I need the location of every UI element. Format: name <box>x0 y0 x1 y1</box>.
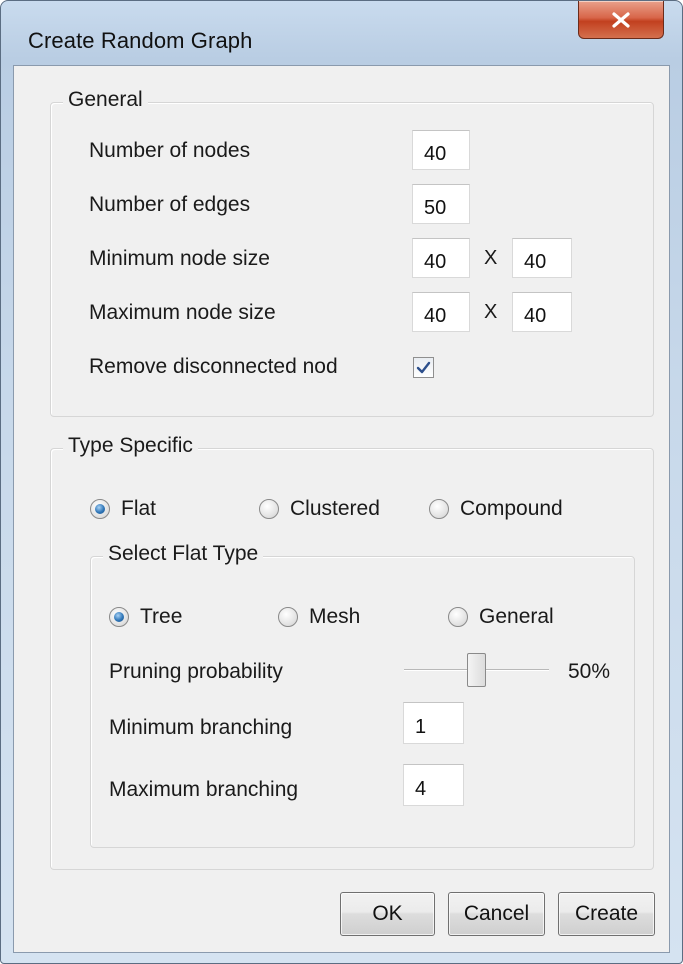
max-branching-label: Maximum branching <box>109 778 299 801</box>
min-node-size-label: Minimum node size <box>89 247 270 270</box>
radio-compound-indicator[interactable] <box>429 499 449 519</box>
num-edges-input[interactable] <box>412 184 470 224</box>
ok-button[interactable]: OK <box>340 892 435 936</box>
min-node-height-input[interactable] <box>512 238 572 278</box>
max-node-size-label: Maximum node size <box>89 301 276 324</box>
select-flat-type-legend: Select Flat Type <box>103 542 264 566</box>
radio-tree[interactable]: Tree <box>109 605 182 629</box>
create-button[interactable]: Create <box>558 892 655 936</box>
pruning-probability-value: 50% <box>568 660 611 683</box>
num-edges-label: Number of edges <box>89 193 251 216</box>
remove-disconnected-label: Remove disconnected nod <box>89 355 338 378</box>
radio-flat[interactable]: Flat <box>90 497 156 521</box>
radio-mesh-indicator[interactable] <box>278 607 298 627</box>
pruning-slider-thumb[interactable] <box>467 653 486 687</box>
radio-general-indicator[interactable] <box>448 607 468 627</box>
max-node-height-input[interactable] <box>512 292 572 332</box>
max-branching-input[interactable] <box>403 764 464 806</box>
pruning-probability-label: Pruning probability <box>109 660 283 683</box>
remove-disconnected-checkbox[interactable] <box>413 357 434 378</box>
max-size-separator: X <box>484 301 498 323</box>
radio-general[interactable]: General <box>448 605 554 629</box>
radio-clustered-label: Clustered <box>290 497 380 520</box>
title-bar[interactable]: Create Random Graph <box>1 1 682 65</box>
radio-tree-indicator[interactable] <box>109 607 129 627</box>
radio-flat-indicator[interactable] <box>90 499 110 519</box>
radio-clustered[interactable]: Clustered <box>259 497 380 521</box>
dialog-client: General Number of nodes Number of edges … <box>13 65 670 953</box>
close-button[interactable] <box>578 1 664 39</box>
type-specific-legend: Type Specific <box>63 434 198 458</box>
radio-tree-label: Tree <box>140 605 183 628</box>
dialog-window: Create Random Graph General Number of no… <box>0 0 683 964</box>
close-icon <box>612 11 630 28</box>
radio-general-label: General <box>479 605 554 628</box>
radio-clustered-indicator[interactable] <box>259 499 279 519</box>
select-flat-type-group: Select Flat Type <box>90 542 635 848</box>
num-nodes-label: Number of nodes <box>89 139 251 162</box>
window-title: Create Random Graph <box>28 28 253 53</box>
cancel-button[interactable]: Cancel <box>448 892 545 936</box>
checkmark-icon <box>416 361 431 373</box>
radio-flat-label: Flat <box>121 497 157 520</box>
min-size-separator: X <box>484 247 498 269</box>
radio-compound[interactable]: Compound <box>429 497 563 521</box>
radio-mesh[interactable]: Mesh <box>278 605 360 629</box>
min-branching-input[interactable] <box>403 702 464 744</box>
general-legend: General <box>63 88 148 112</box>
min-node-width-input[interactable] <box>412 238 470 278</box>
radio-compound-label: Compound <box>460 497 563 520</box>
radio-mesh-label: Mesh <box>309 605 361 628</box>
num-nodes-input[interactable] <box>412 130 470 170</box>
min-branching-label: Minimum branching <box>109 716 293 739</box>
max-node-width-input[interactable] <box>412 292 470 332</box>
